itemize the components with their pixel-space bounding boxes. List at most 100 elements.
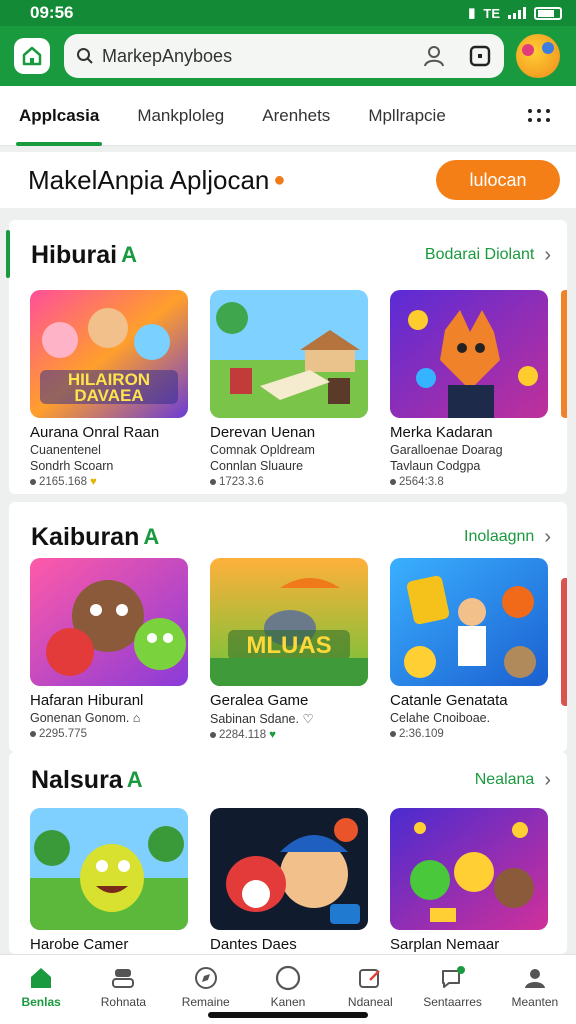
bullet-icon <box>30 731 36 737</box>
search-icon <box>77 48 93 64</box>
thumbnail-art-text: HILAIRON DAVAEA <box>67 370 151 405</box>
tab-bar: Applcasia Mankploleg Arenhets Mpllrapcie <box>0 86 576 146</box>
compass-icon <box>194 967 217 989</box>
nav-home[interactable]: Benlas <box>0 955 82 1024</box>
more-options-icon[interactable] <box>528 109 550 122</box>
section-title: Nalsura <box>31 765 123 794</box>
section-accent-bar <box>6 230 10 278</box>
section-header: Nalsura A Nealana › <box>9 752 567 808</box>
stack-icon <box>112 969 135 988</box>
nav-label: Sentaarres <box>423 995 482 1009</box>
app-subtitle: Cuanentenel <box>30 443 101 457</box>
see-all-label: Inolaagnn <box>464 528 535 545</box>
app-title: Geralea Game <box>210 692 309 709</box>
card-row: HILAIRON DAVAEA Aurana Onral Raan Cuanen… <box>9 290 567 488</box>
app-thumbnail[interactable] <box>30 808 188 930</box>
page-title-bar: MakelAnpia Apljocan ● lulocan <box>0 152 576 208</box>
chevron-right-icon: › <box>544 768 551 791</box>
app-thumbnail[interactable] <box>390 558 548 686</box>
app-title: Merka Kadaran <box>390 424 493 441</box>
app-thumbnail[interactable] <box>30 558 188 686</box>
app-title: Harobe Camer <box>30 936 129 953</box>
section-title: Kaiburan <box>31 522 140 551</box>
section-mark-icon: A <box>121 242 138 267</box>
app-card[interactable]: Catanle Genatata Celahe Cnoiboae. 2:36.1… <box>390 558 548 741</box>
app-meta: 2284.118 ♥ <box>210 729 368 741</box>
notification-icon: ▮ <box>468 5 476 20</box>
app-card[interactable]: Sarplan Nemaar <box>390 808 548 953</box>
card-row: Hafaran Hiburanl Gonenan Gonom. ⌂ 2295.7… <box>9 558 567 741</box>
status-icons: ▮ TE <box>468 5 562 21</box>
app-card[interactable]: Merka Kadaran Garalloenae Doarag Tavlaun… <box>390 290 548 488</box>
circle-icon <box>275 965 301 991</box>
home-icon <box>31 968 52 988</box>
mascot-avatar[interactable] <box>516 34 560 78</box>
app-meta-value: 2:36.109 <box>399 728 444 740</box>
page-title: MakelAnpia Apljocan <box>28 164 270 195</box>
nav-label: Benlas <box>21 995 61 1009</box>
tab-mpllrapcie[interactable]: Mpllrapcie <box>349 86 464 146</box>
bullet-icon <box>30 479 36 485</box>
app-thumbnail[interactable] <box>390 290 548 418</box>
gesture-home-indicator[interactable] <box>208 1012 368 1018</box>
home-button[interactable] <box>14 38 50 74</box>
app-thumbnail[interactable]: HILAIRON DAVAEA <box>30 290 188 418</box>
account-icon[interactable] <box>422 44 446 68</box>
app-card[interactable]: Dantes Daes <box>210 808 368 953</box>
nav-profile[interactable]: Meanten <box>494 955 576 1024</box>
app-thumbnail[interactable] <box>390 808 548 930</box>
see-all-link[interactable]: Inolaagnn › <box>464 526 551 549</box>
app-card[interactable]: Hafaran Hiburanl Gonenan Gonom. ⌂ 2295.7… <box>30 558 188 741</box>
app-subtitle-2: Sondrh Scoarn <box>30 459 114 473</box>
next-card-peek <box>561 290 567 418</box>
section-kaiburan: Kaiburan A Inolaagnn › Hafaran Hiburanl G… <box>9 502 567 752</box>
app-meta-value: 2295.775 <box>39 728 87 740</box>
app-title: Derevan Uenan <box>210 424 316 441</box>
nav-sentaarres[interactable]: Sentaarres <box>411 955 493 1024</box>
app-meta-value: 2564:3.8 <box>399 476 444 488</box>
app-title: Aurana Onral Raan <box>30 424 160 441</box>
next-card-peek <box>561 578 567 706</box>
status-bar: 09:56 ▮ TE <box>0 0 576 26</box>
app-card[interactable]: HILAIRON DAVAEA Aurana Onral Raan Cuanen… <box>30 290 188 488</box>
app-card[interactable]: Harobe Camer <box>30 808 188 953</box>
bullet-icon <box>210 732 216 738</box>
nav-label: Ndaneal <box>347 995 393 1009</box>
app-title: Dantes Daes <box>210 936 297 953</box>
search-input[interactable]: MarkepAnyboes <box>102 46 422 67</box>
see-all-link[interactable]: Bodarai Diolant › <box>425 244 551 267</box>
app-card[interactable]: Derevan Uenan Comnak Opldream Connlan Sl… <box>210 290 368 488</box>
app-thumbnail[interactable] <box>210 808 368 930</box>
nav-rohnata[interactable]: Rohnata <box>82 955 164 1024</box>
network-label: TE <box>483 5 500 21</box>
nav-label: Meanten <box>511 995 559 1009</box>
app-thumbnail[interactable]: MLUAS <box>210 558 368 686</box>
heart-icon: ♥ <box>269 729 276 741</box>
see-all-link[interactable]: Nealana › <box>475 769 551 792</box>
chevron-right-icon: › <box>544 525 551 548</box>
app-meta-value: 1723.3.6 <box>219 476 264 488</box>
edit-icon <box>359 969 381 988</box>
app-title: Hafaran Hiburanl <box>30 692 144 709</box>
app-subtitle: Celahe Cnoiboae. <box>390 711 491 725</box>
tab-applications[interactable]: Applcasia <box>0 86 118 146</box>
heart-icon: ♥ <box>89 476 97 488</box>
chevron-right-icon: › <box>544 243 551 266</box>
search-bar[interactable]: MarkepAnyboes <box>64 34 504 78</box>
see-all-label: Bodarai Diolant <box>424 246 535 263</box>
app-meta: 2:36.109 <box>390 728 548 740</box>
app-subtitle-2: Tavlaun Codgpa <box>390 459 481 473</box>
app-meta: 1723.3.6 <box>210 476 368 488</box>
primary-action-button[interactable]: lulocan <box>436 160 560 200</box>
thumbnail-art-text: MLUAS <box>246 632 332 659</box>
app-meta: 2295.775 <box>30 728 188 740</box>
bullet-icon <box>210 479 216 485</box>
section-mark-icon: A <box>126 767 143 792</box>
battery-icon <box>534 6 562 20</box>
tab-arenhets[interactable]: Arenhets <box>243 86 349 146</box>
app-card[interactable]: MLUAS Geralea Game Sabinan Sdane. ♡ 2284… <box>210 558 368 741</box>
scan-icon[interactable] <box>468 44 492 68</box>
tab-marketplace[interactable]: Mankploleg <box>118 86 243 146</box>
app-title: Sarplan Nemaar <box>390 936 500 953</box>
app-thumbnail[interactable] <box>210 290 368 418</box>
